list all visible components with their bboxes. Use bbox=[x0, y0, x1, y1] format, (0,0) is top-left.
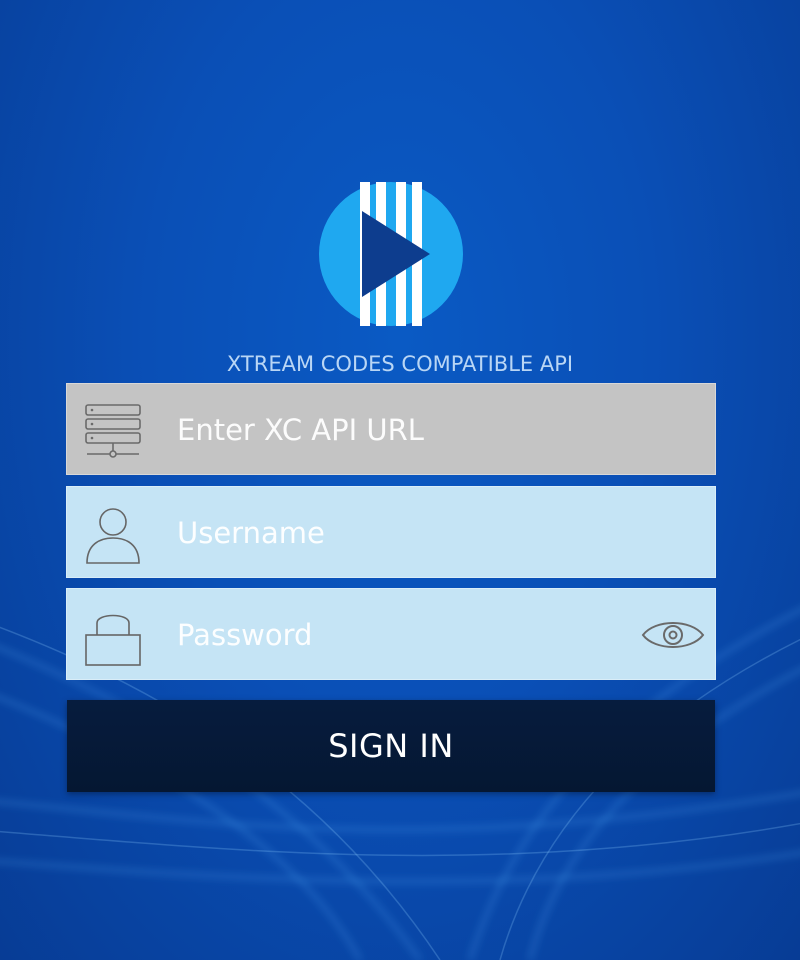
sign-in-button[interactable]: SIGN IN bbox=[67, 700, 715, 792]
password-input[interactable] bbox=[177, 609, 617, 661]
username-input[interactable] bbox=[177, 507, 617, 559]
url-field-container[interactable] bbox=[66, 383, 716, 475]
password-field-container[interactable] bbox=[66, 588, 716, 680]
background-waves bbox=[0, 608, 800, 960]
lock-icon bbox=[85, 614, 141, 666]
app-logo bbox=[318, 181, 464, 327]
api-url-input[interactable] bbox=[177, 404, 617, 456]
user-icon bbox=[86, 508, 140, 564]
server-icon bbox=[85, 404, 141, 458]
api-subtitle: XTREAM CODES COMPATIBLE API bbox=[226, 352, 574, 376]
username-field-container[interactable] bbox=[66, 486, 716, 578]
eye-icon[interactable] bbox=[641, 615, 705, 655]
play-logo-icon bbox=[319, 182, 463, 326]
